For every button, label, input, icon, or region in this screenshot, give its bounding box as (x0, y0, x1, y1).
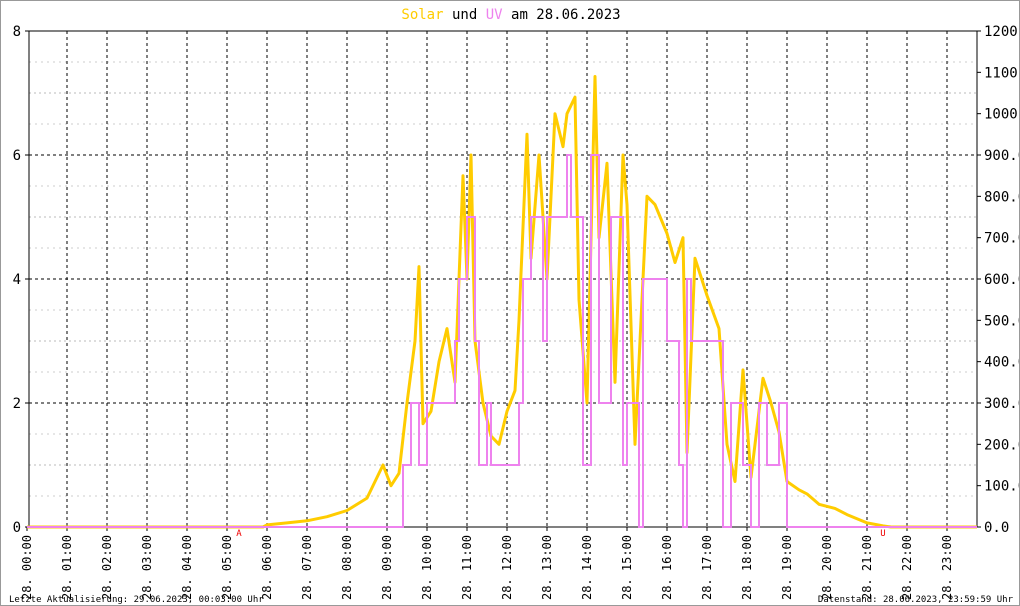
left-tick-label: 4 (13, 272, 21, 288)
marker-U: U (880, 529, 885, 539)
title-und: und (452, 7, 477, 23)
right-tick-label: 400.0 (984, 355, 1020, 371)
x-tick-label: 28. 15:00 (620, 535, 634, 600)
chart-container: Solar und UV am 28.06.2023 28. 00:00 28. … (0, 0, 1020, 606)
x-tick-label: 28. 08:00 (340, 535, 354, 600)
right-tick-label: 500.0 (984, 313, 1020, 329)
right-tick-label: 0.0 (984, 520, 1009, 536)
x-tick-label: 28. 23:00 (940, 535, 954, 600)
right-tick-label: 300.0 (984, 396, 1020, 412)
x-tick-label: 28. 20:00 (820, 535, 834, 600)
x-tick-label: 28. 02:00 (100, 535, 114, 600)
x-tick-label: 28. 09:00 (380, 535, 394, 600)
title-date: am 28.06.2023 (511, 7, 621, 23)
x-tick-label: 28. 19:00 (780, 535, 794, 600)
x-tick-label: 28. 06:00 (260, 535, 274, 600)
x-tick-label: 28. 00:00 (20, 535, 34, 600)
left-tick-label: 2 (13, 396, 21, 412)
solar-uv-chart: Solar und UV am 28.06.2023 28. 00:00 28. … (9, 7, 1020, 605)
left-tick-label: 0 (13, 520, 21, 536)
x-tick-label: 28. 05:00 (220, 535, 234, 600)
x-tick-label: 28. 18:00 (740, 535, 754, 600)
marker-A: A (236, 529, 242, 539)
x-tick-label: 28. 01:00 (60, 535, 74, 600)
right-tick-label: 800.0 (984, 189, 1020, 205)
right-tick-label: 600.0 (984, 272, 1020, 288)
x-tick-label: 28. 10:00 (420, 535, 434, 600)
right-tick-label: 200.0 (984, 437, 1020, 453)
right-tick-label: 700.0 (984, 231, 1020, 247)
x-tick-label: 28. 11:00 (460, 535, 474, 600)
x-tick-label: 28. 13:00 (540, 535, 554, 600)
footer-data-status: Datenstand: 28.06.2023, 23:59:59 Uhr (818, 595, 1014, 605)
solar-series-line (27, 75, 977, 529)
x-tick-label: 28. 03:00 (140, 535, 154, 600)
x-tick-label: 28. 21:00 (860, 535, 874, 600)
left-tick-label: 8 (13, 24, 21, 40)
right-tick-label: 100.0 (984, 479, 1020, 495)
right-tick-label: 1100 (984, 65, 1018, 81)
x-tick-label: 28. 12:00 (500, 535, 514, 600)
x-tick-label: 28. 22:00 (900, 535, 914, 600)
right-tick-label: 1200 (984, 24, 1018, 40)
title-solar: Solar (401, 7, 443, 23)
x-tick-label: 28. 04:00 (180, 535, 194, 600)
footer-last-update: Letzte Aktualisierung: 29.06.2023, 00:03… (9, 595, 264, 605)
right-tick-label: 1000 (984, 107, 1018, 123)
left-tick-label: 6 (13, 148, 21, 164)
x-tick-label: 28. 14:00 (580, 535, 594, 600)
chart-title: Solar und UV am 28.06.2023 (401, 7, 620, 23)
x-tick-label: 28. 17:00 (700, 535, 714, 600)
right-tick-label: 900.0 (984, 148, 1020, 164)
title-uv: UV (486, 7, 503, 23)
x-tick-label: 28. 07:00 (300, 535, 314, 600)
x-tick-label: 28. 16:00 (660, 535, 674, 600)
